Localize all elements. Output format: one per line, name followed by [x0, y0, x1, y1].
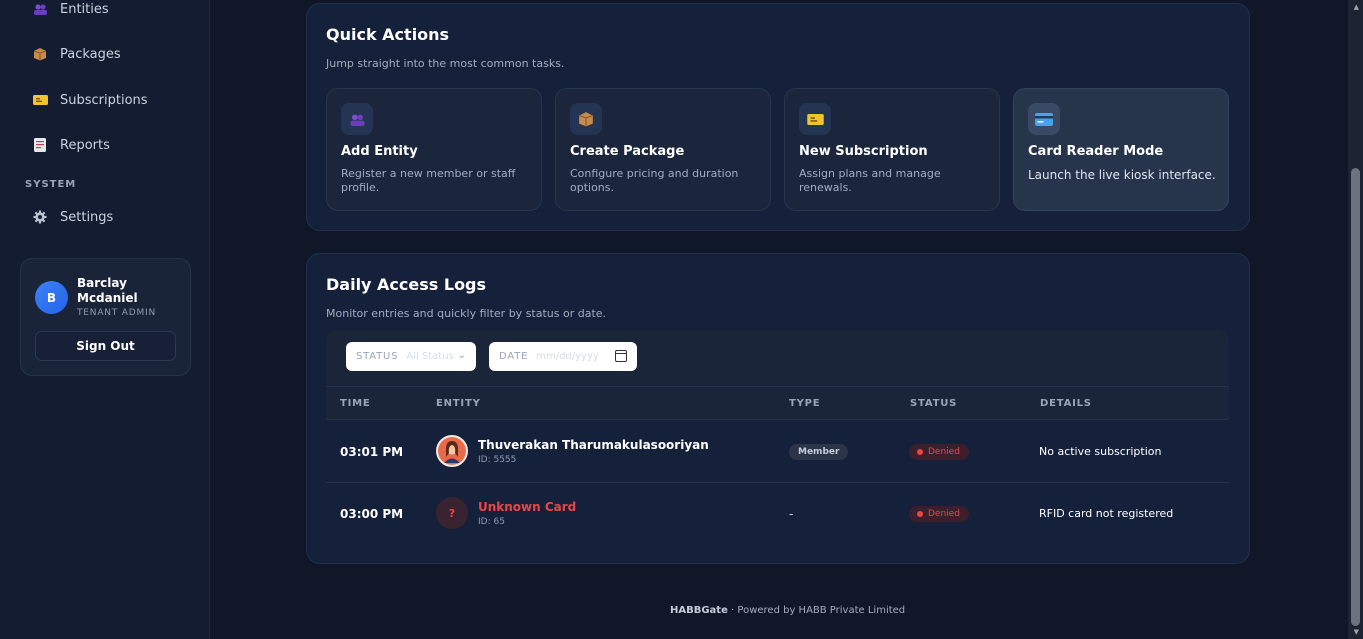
type-badge: Member: [789, 444, 849, 460]
sidebar-item-label: Entities: [60, 1, 109, 17]
sidebar-item-label: Subscriptions: [60, 92, 148, 108]
date-filter[interactable]: DATE mm/dd/yyyy: [489, 342, 637, 371]
column-header-entity: ENTITY: [436, 398, 481, 409]
ticket-icon: [32, 92, 48, 108]
log-details: No active subscription: [1039, 445, 1162, 458]
filter-bar: STATUS All Status ⌄ DATE mm/dd/yyyy: [326, 330, 1229, 386]
access-logs-panel: Daily Access Logs Monitor entries and qu…: [306, 253, 1250, 564]
sidebar-item-label: Packages: [60, 46, 121, 62]
table-row: 03:00 PM ? Unknown Card ID: 65 - Denied …: [326, 483, 1229, 545]
ticket-icon: [799, 103, 831, 135]
entity-id: ID: 5555: [478, 455, 517, 465]
user-role: TENANT ADMIN: [77, 308, 157, 318]
users-icon: [32, 1, 48, 17]
type-value: -: [789, 507, 794, 521]
user-name: Barclay Mcdaniel: [77, 276, 138, 305]
gear-icon: [32, 209, 48, 225]
status-text: Denied: [928, 447, 960, 457]
log-time: 03:01 PM: [340, 445, 404, 459]
footer-brand: HABBGate: [670, 605, 728, 616]
date-filter-value: mm/dd/yyyy: [536, 351, 599, 362]
create-package-card[interactable]: Create Package Configure pricing and dur…: [555, 88, 771, 211]
chevron-down-icon: ⌄: [457, 350, 466, 361]
status-text: Denied: [928, 509, 960, 519]
column-header-details: DETAILS: [1040, 398, 1092, 409]
card-reader-mode-card[interactable]: Card Reader Mode Launch the live kiosk i…: [1013, 88, 1229, 211]
entity-id: ID: 65: [478, 517, 505, 527]
sidebar-item-label: Reports: [60, 137, 110, 153]
sidebar-item-reports[interactable]: Reports: [20, 127, 190, 163]
card-description: Configure pricing and duration options.: [570, 167, 739, 194]
scroll-up-icon[interactable]: ▲: [1354, 3, 1359, 11]
section-label-system: SYSTEM: [25, 179, 77, 190]
avatar: [436, 435, 468, 467]
card-title: Create Package: [570, 144, 685, 159]
date-filter-label: DATE: [499, 351, 529, 362]
entity-name[interactable]: Unknown Card: [478, 500, 576, 514]
user-card: B Barclay Mcdaniel TENANT ADMIN Sign Out: [20, 258, 191, 376]
card-title: New Subscription: [799, 144, 928, 159]
sidebar-item-label: Settings: [60, 209, 114, 225]
new-subscription-card[interactable]: New Subscription Assign plans and manage…: [784, 88, 1000, 211]
scrollbar[interactable]: ▲ ▼: [1348, 0, 1363, 639]
sidebar-item-subscriptions[interactable]: Subscriptions: [20, 82, 190, 118]
card-description: Launch the live kiosk interface.: [1028, 168, 1216, 182]
column-header-time: TIME: [340, 398, 371, 409]
package-icon: [32, 46, 48, 62]
status-badge: Denied: [909, 444, 969, 460]
status-dot-icon: [917, 511, 923, 517]
users-icon: [341, 103, 373, 135]
card-description: Assign plans and manage renewals.: [799, 167, 941, 194]
quick-actions-panel: Quick Actions Jump straight into the mos…: [306, 3, 1250, 231]
status-filter-label: STATUS: [356, 351, 399, 362]
add-entity-card[interactable]: Add Entity Register a new member or staf…: [326, 88, 542, 211]
status-badge: Denied: [909, 506, 969, 522]
column-header-status: STATUS: [910, 398, 958, 409]
log-details: RFID card not registered: [1039, 507, 1174, 520]
card-icon: [1028, 103, 1060, 135]
package-icon: [570, 103, 602, 135]
sidebar-item-packages[interactable]: Packages: [20, 36, 190, 72]
footer-text: · Powered by HABB Private Limited: [727, 605, 906, 616]
scroll-down-icon[interactable]: ▼: [1354, 628, 1359, 636]
calendar-icon[interactable]: [615, 350, 627, 362]
column-header-type: TYPE: [789, 398, 821, 409]
panel-title: Quick Actions: [326, 25, 450, 44]
table-header: TIME ENTITY TYPE STATUS DETAILS: [326, 386, 1229, 420]
sidebar-item-entities[interactable]: Entities: [20, 0, 190, 27]
status-filter-value: All Status: [406, 351, 454, 362]
sign-out-button[interactable]: Sign Out: [35, 331, 176, 361]
scrollbar-thumb[interactable]: [1351, 168, 1360, 626]
sidebar: Entities Packages Subscriptions Reports …: [0, 0, 210, 639]
report-icon: [32, 137, 48, 153]
avatar: B: [35, 281, 68, 314]
card-description: Register a new member or staff profile.: [341, 167, 516, 194]
card-title: Card Reader Mode: [1028, 144, 1164, 159]
unknown-card-avatar: ?: [436, 497, 468, 529]
panel-subtitle: Monitor entries and quickly filter by st…: [326, 307, 607, 320]
footer: HABBGate · Powered by HABB Private Limit…: [670, 605, 905, 616]
panel-subtitle: Jump straight into the most common tasks…: [326, 57, 565, 70]
sidebar-item-settings[interactable]: Settings: [20, 199, 190, 235]
table-row: 03:01 PM Thuverakan Tharumakulasooriyan …: [326, 421, 1229, 483]
entity-name[interactable]: Thuverakan Tharumakulasooriyan: [478, 438, 709, 452]
log-time: 03:00 PM: [340, 507, 404, 521]
status-filter[interactable]: STATUS All Status ⌄: [346, 342, 476, 371]
status-dot-icon: [917, 449, 923, 455]
panel-title: Daily Access Logs: [326, 275, 487, 294]
card-title: Add Entity: [341, 144, 418, 159]
